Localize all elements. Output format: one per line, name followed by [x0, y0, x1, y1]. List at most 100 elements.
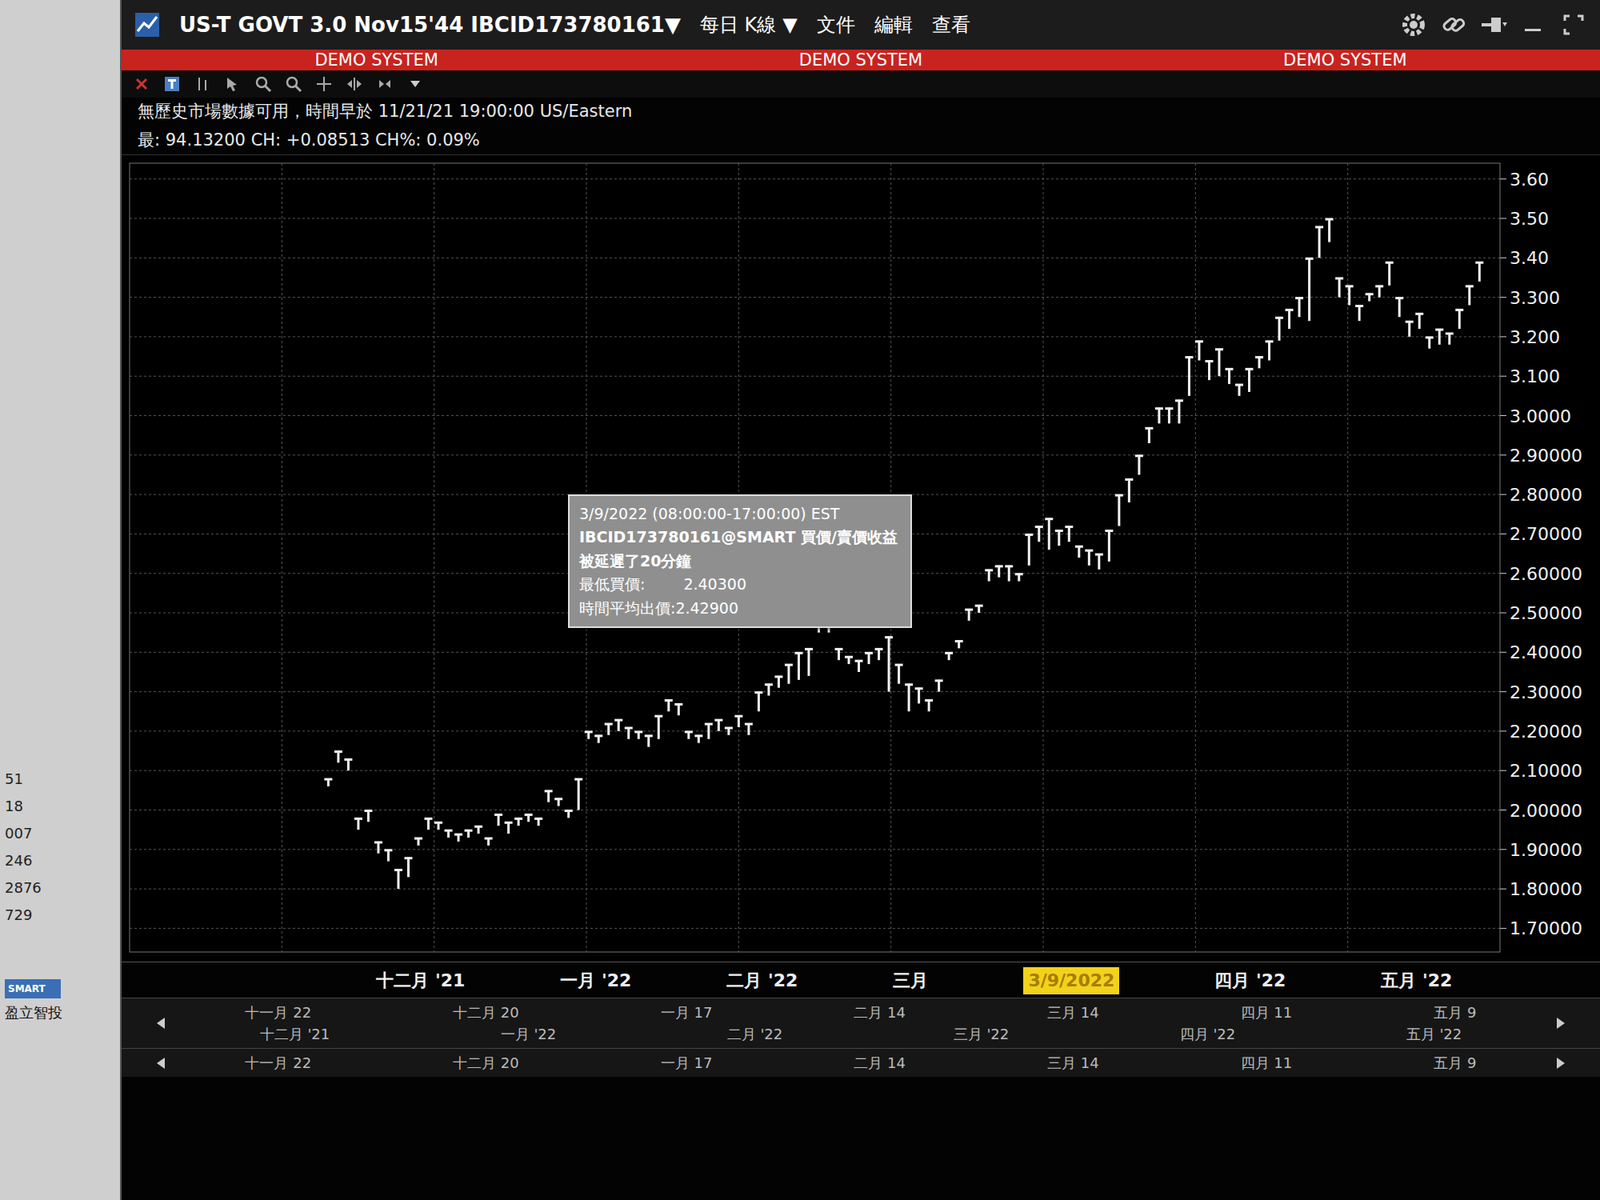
- price-bar[interactable]: [944, 652, 953, 660]
- price-bar[interactable]: [1215, 348, 1224, 377]
- price-bar[interactable]: [1315, 226, 1324, 258]
- price-bar[interactable]: [634, 731, 643, 740]
- menu-item[interactable]: 編輯: [874, 10, 913, 40]
- price-bar[interactable]: [1385, 261, 1394, 286]
- price-bar[interactable]: [935, 680, 944, 692]
- zoom-in-icon[interactable]: [254, 75, 272, 93]
- price-bar[interactable]: [354, 817, 363, 830]
- price-bar[interactable]: [1455, 308, 1464, 329]
- price-bar[interactable]: [604, 723, 613, 736]
- price-bar[interactable]: [1144, 427, 1153, 444]
- price-bar[interactable]: [1395, 297, 1404, 318]
- price-bar[interactable]: [624, 727, 633, 740]
- price-bar[interactable]: [484, 837, 493, 846]
- price-bar[interactable]: [794, 652, 803, 680]
- price-bar[interactable]: [835, 648, 844, 660]
- navigator-strip[interactable]: 十一月 22十二月 20一月 17二月 14三月 14四月 11五月 9: [121, 1048, 1600, 1077]
- price-bar[interactable]: [1295, 297, 1304, 318]
- price-bar[interactable]: [474, 825, 483, 834]
- scroll-right-icon[interactable]: [1553, 1016, 1568, 1031]
- price-bar[interactable]: [494, 813, 503, 826]
- price-bar[interactable]: [534, 817, 543, 826]
- price-bar[interactable]: [574, 778, 583, 810]
- gear-icon[interactable]: [1400, 11, 1428, 39]
- price-bar[interactable]: [1445, 332, 1454, 345]
- pin-icon[interactable]: [1480, 11, 1508, 39]
- period-dropdown[interactable]: 每日 K線▼: [700, 10, 798, 40]
- price-bar[interactable]: [1435, 328, 1444, 345]
- price-bar[interactable]: [1115, 494, 1124, 526]
- price-bar[interactable]: [895, 664, 904, 684]
- price-bar[interactable]: [444, 829, 453, 838]
- price-bar[interactable]: [654, 715, 663, 740]
- price-bar[interactable]: [764, 684, 773, 696]
- menu-item[interactable]: 查看: [932, 10, 971, 40]
- price-bar[interactable]: [524, 813, 533, 822]
- price-bar[interactable]: [1245, 368, 1254, 392]
- price-bar[interactable]: [1004, 565, 1013, 582]
- price-bar[interactable]: [404, 857, 412, 878]
- price-bar[interactable]: [875, 648, 884, 660]
- price-bar[interactable]: [1365, 293, 1374, 302]
- price-bar[interactable]: [804, 648, 813, 676]
- price-bar[interactable]: [464, 829, 473, 838]
- price-bar[interactable]: [1035, 526, 1044, 543]
- price-bar[interactable]: [1255, 356, 1264, 369]
- text-tool-icon[interactable]: [163, 75, 181, 93]
- zoom-out-icon[interactable]: [284, 75, 303, 93]
- price-bar[interactable]: [364, 810, 372, 823]
- price-bar[interactable]: [614, 719, 623, 732]
- price-bar[interactable]: [955, 640, 964, 649]
- price-bar[interactable]: [1195, 340, 1204, 361]
- price-bar[interactable]: [1265, 340, 1274, 361]
- price-bar[interactable]: [514, 817, 523, 826]
- price-bar[interactable]: [714, 719, 723, 732]
- minimize-icon[interactable]: [1520, 11, 1548, 39]
- expand-icon[interactable]: [345, 75, 364, 93]
- price-bar[interactable]: [1285, 308, 1294, 329]
- price-bar[interactable]: [774, 676, 783, 688]
- price-bar[interactable]: [1224, 368, 1233, 384]
- price-bar[interactable]: [1305, 257, 1314, 321]
- price-bar[interactable]: [844, 656, 853, 664]
- price-bar[interactable]: [1235, 384, 1244, 396]
- time-navigator[interactable]: 十一月 22十二月 20一月 17二月 14三月 14四月 11五月 9十二月 …: [121, 997, 1600, 1077]
- price-bar[interactable]: [584, 731, 593, 740]
- price-bar[interactable]: [1044, 518, 1053, 550]
- price-bar[interactable]: [644, 735, 653, 748]
- price-bar[interactable]: [975, 604, 984, 613]
- price-bar[interactable]: [1084, 549, 1093, 566]
- price-bar[interactable]: [504, 821, 513, 834]
- compress-icon[interactable]: [376, 75, 394, 93]
- price-bar[interactable]: [1475, 261, 1484, 282]
- price-bar[interactable]: [924, 699, 933, 712]
- price-bar[interactable]: [1155, 408, 1164, 424]
- price-bar[interactable]: [1355, 304, 1364, 321]
- period-arrow[interactable]: ▼: [782, 13, 797, 36]
- price-bar[interactable]: [1425, 336, 1434, 349]
- price-bar[interactable]: [544, 790, 553, 803]
- price-bar[interactable]: [1015, 573, 1024, 582]
- price-bar[interactable]: [904, 684, 913, 712]
- price-bar[interactable]: [1024, 533, 1033, 565]
- price-bar[interactable]: [1095, 553, 1104, 570]
- navigator-strip[interactable]: 十一月 22十二月 20一月 17二月 14三月 14四月 11五月 9十二月 …: [121, 997, 1600, 1048]
- crosshair-icon[interactable]: [315, 75, 333, 93]
- price-bar[interactable]: [1135, 455, 1144, 476]
- maximize-icon[interactable]: [1560, 11, 1588, 39]
- price-bar[interactable]: [1064, 526, 1073, 543]
- price-bar[interactable]: [414, 837, 423, 846]
- price-bar[interactable]: [1104, 529, 1113, 561]
- price-bar[interactable]: [1075, 545, 1084, 558]
- price-bar[interactable]: [1204, 360, 1213, 381]
- price-bar[interactable]: [1405, 320, 1414, 337]
- price-bar[interactable]: [1325, 218, 1334, 243]
- price-bar[interactable]: [1184, 356, 1193, 396]
- price-bar[interactable]: [1124, 478, 1133, 503]
- price-bar[interactable]: [1164, 408, 1173, 424]
- price-bar[interactable]: [334, 751, 343, 764]
- price-bar[interactable]: [564, 810, 573, 819]
- price-bar[interactable]: [964, 608, 973, 621]
- price-bar[interactable]: [855, 660, 864, 672]
- price-bar[interactable]: [324, 778, 332, 787]
